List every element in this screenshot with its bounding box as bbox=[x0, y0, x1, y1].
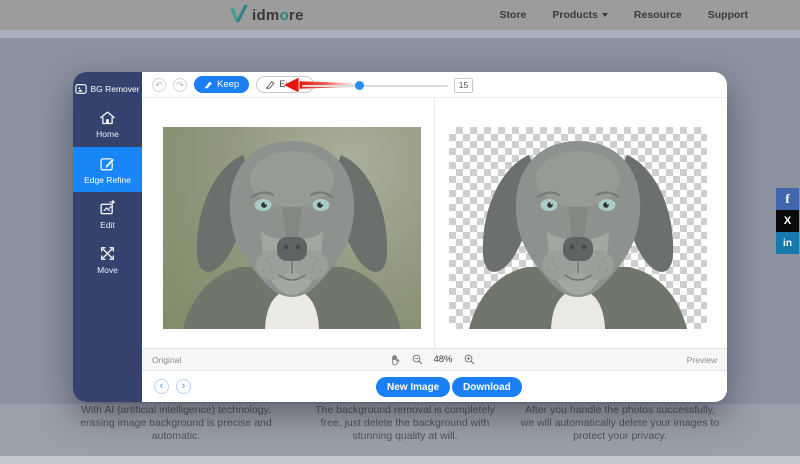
dialog-content: ↶ ↷ Keep Erase bbox=[142, 72, 727, 402]
new-image-button[interactable]: New Image bbox=[376, 377, 450, 397]
viewer-statusbar: Original 48% Preview bbox=[142, 348, 727, 371]
original-image-canvas[interactable] bbox=[163, 127, 421, 329]
bg-remover-dialog: BG Remover Home Edge Refine Edit bbox=[73, 72, 727, 402]
hero-strip bbox=[0, 30, 800, 38]
nav-link-resource[interactable]: Resource bbox=[634, 9, 682, 21]
panel-divider bbox=[434, 98, 435, 348]
vidmore-logo-text: idmore bbox=[252, 7, 304, 24]
compare-viewer bbox=[142, 98, 727, 348]
bg-remover-app-icon bbox=[75, 83, 87, 95]
nav-link-store[interactable]: Store bbox=[500, 9, 527, 21]
download-button[interactable]: Download bbox=[452, 377, 522, 397]
site-nav: Store Products Resource Support bbox=[500, 0, 748, 30]
edge-refine-icon bbox=[99, 155, 116, 172]
site-header: idmore Store Products Resource Support bbox=[0, 0, 800, 30]
feature-text-free: The background removal is completely fre… bbox=[305, 404, 505, 443]
erase-brush-icon bbox=[266, 80, 275, 89]
preview-image-canvas[interactable] bbox=[449, 127, 707, 329]
original-label: Original bbox=[152, 355, 181, 365]
zoom-out-icon[interactable] bbox=[411, 354, 422, 365]
brush-size-slider-track[interactable] bbox=[302, 85, 448, 87]
facebook-share-button[interactable]: f bbox=[776, 188, 799, 210]
page-bottom-strip bbox=[0, 456, 800, 464]
refine-toolbar: ↶ ↷ Keep Erase bbox=[142, 72, 727, 98]
dog-photo-original bbox=[163, 127, 421, 329]
keep-brush-button[interactable]: Keep bbox=[194, 76, 249, 93]
zoom-in-icon[interactable] bbox=[463, 354, 474, 365]
x-share-button[interactable]: X bbox=[776, 210, 799, 232]
redo-button[interactable]: ↷ bbox=[173, 78, 187, 92]
dog-photo-cutout bbox=[449, 127, 707, 329]
next-image-button[interactable]: › bbox=[176, 379, 191, 394]
sidebar-title: BG Remover bbox=[90, 84, 139, 94]
nav-link-products[interactable]: Products bbox=[552, 9, 608, 21]
sidebar-header: BG Remover bbox=[73, 72, 142, 102]
sidebar-item-move[interactable]: Move bbox=[73, 237, 142, 282]
feature-text-privacy: After you handle the photos successfully… bbox=[520, 404, 720, 443]
sidebar-item-edge-refine[interactable]: Edge Refine bbox=[73, 147, 142, 192]
sidebar-item-home[interactable]: Home bbox=[73, 102, 142, 147]
nav-link-support[interactable]: Support bbox=[708, 9, 748, 21]
chevron-down-icon bbox=[602, 13, 608, 17]
brush-size-slider-handle[interactable] bbox=[355, 81, 364, 90]
sidebar: BG Remover Home Edge Refine Edit bbox=[73, 72, 142, 402]
prev-image-button[interactable]: ‹ bbox=[154, 379, 169, 394]
feature-text-ai: With AI (artificial intelligence) techno… bbox=[76, 404, 276, 443]
zoom-controls: 48% bbox=[389, 354, 474, 366]
zoom-level: 48% bbox=[433, 354, 452, 365]
undo-button[interactable]: ↶ bbox=[152, 78, 166, 92]
sidebar-item-edit[interactable]: Edit bbox=[73, 192, 142, 237]
brush-size-value[interactable]: 15 bbox=[454, 78, 473, 93]
preview-label: Preview bbox=[687, 355, 717, 365]
edit-icon bbox=[99, 200, 116, 217]
move-icon bbox=[99, 245, 116, 262]
vidmore-logo-icon bbox=[228, 5, 250, 25]
social-share-bar: f X in bbox=[776, 188, 799, 254]
vidmore-logo[interactable]: idmore bbox=[228, 5, 304, 25]
home-icon bbox=[99, 110, 116, 126]
hand-tool-icon[interactable] bbox=[389, 354, 400, 366]
dialog-footer: ‹ › New Image Download bbox=[142, 371, 727, 402]
linkedin-share-button[interactable]: in bbox=[776, 232, 799, 254]
keep-brush-icon bbox=[204, 80, 213, 89]
